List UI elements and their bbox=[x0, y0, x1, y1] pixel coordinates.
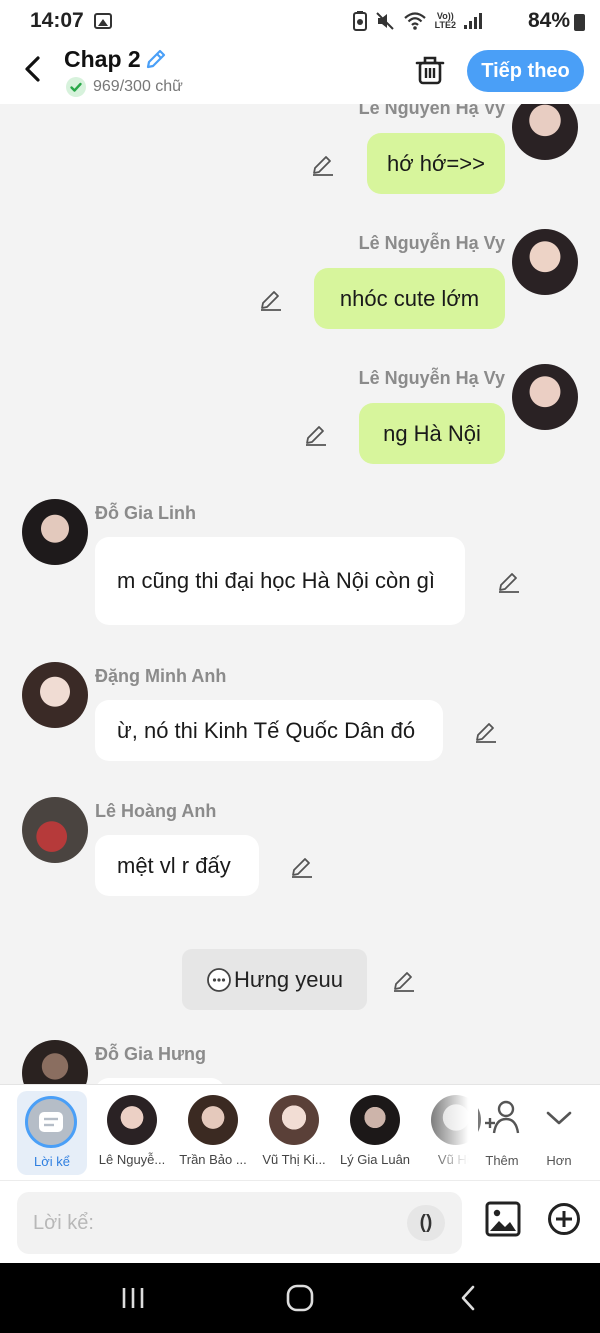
image-icon[interactable] bbox=[484, 1200, 522, 1238]
message-bubble[interactable]: ừ, nó thi Kinh Tế Quốc Dân đó bbox=[95, 700, 443, 761]
narration-icon bbox=[207, 967, 231, 992]
network-type: Vo)) LTE2 bbox=[435, 12, 456, 30]
avatar[interactable] bbox=[512, 104, 578, 160]
message-bubble[interactable]: hớ hớ=>> bbox=[367, 133, 505, 194]
sender-name: Lê Hoàng Anh bbox=[95, 801, 217, 821]
back-nav-button[interactable] bbox=[452, 1283, 486, 1313]
character-name: Lê Nguyễ... bbox=[98, 1152, 166, 1167]
character-name: Trần Bảo ... bbox=[179, 1152, 247, 1167]
composer: () bbox=[0, 1180, 600, 1263]
avatar[interactable] bbox=[22, 499, 88, 565]
status-bar: 14:07 Vo)) LTE2 84% bbox=[0, 0, 600, 42]
sender-name: Đỗ Gia Hưng bbox=[95, 1044, 207, 1064]
character-item[interactable]: Lê Nguyễ... bbox=[91, 1085, 173, 1181]
narration-bubble[interactable]: Hưng yeuu bbox=[182, 949, 367, 1010]
avatar[interactable] bbox=[512, 229, 578, 295]
header: Chap 2 969/300 chữ Tiếp theo bbox=[0, 42, 600, 104]
avatar bbox=[188, 1095, 238, 1145]
sender-name: Đặng Minh Anh bbox=[95, 666, 227, 686]
mute-icon bbox=[375, 12, 394, 30]
narration-text: Hưng yeuu bbox=[234, 966, 343, 992]
sender-name: Lê Nguyễn Hạ Vy bbox=[358, 368, 505, 388]
avatar[interactable] bbox=[22, 662, 88, 728]
character-item[interactable]: Trần Bảo ... bbox=[172, 1085, 254, 1181]
status-icons: Vo)) LTE2 bbox=[352, 11, 482, 31]
edit-icon[interactable] bbox=[259, 287, 283, 311]
signal-icon bbox=[464, 13, 482, 29]
sender-name: Đỗ Gia Linh bbox=[95, 503, 196, 523]
narrator-selector[interactable]: Lời kể bbox=[17, 1091, 87, 1175]
message-bubble[interactable]: nhóc cute lớm bbox=[314, 268, 505, 329]
system-nav-bar bbox=[0, 1263, 600, 1333]
chevron-left-icon bbox=[25, 56, 40, 82]
add-person-icon bbox=[485, 1100, 520, 1134]
recents-icon bbox=[122, 1288, 144, 1308]
message-input[interactable] bbox=[17, 1192, 397, 1254]
home-button[interactable] bbox=[283, 1283, 317, 1313]
avatar bbox=[107, 1095, 157, 1145]
back-button[interactable] bbox=[18, 54, 48, 84]
narrator-avatar bbox=[25, 1096, 77, 1148]
message-bubble[interactable]: ng Hà Nội bbox=[359, 403, 505, 464]
more-button[interactable]: Hơn bbox=[536, 1097, 582, 1173]
edit-icon[interactable] bbox=[474, 719, 498, 743]
word-count: 969/300 chữ bbox=[93, 78, 183, 95]
character-bar: Lời kể Lê Nguyễ... Trần Bảo ... Vũ Thị K… bbox=[0, 1084, 600, 1181]
character-name: Lý Gia Luân bbox=[339, 1152, 411, 1167]
scroll-fade bbox=[430, 1085, 478, 1181]
narration-icon bbox=[39, 1112, 63, 1132]
edit-icon[interactable] bbox=[311, 152, 335, 176]
character-name: Vũ Thị Ki... bbox=[262, 1152, 326, 1167]
network-lte: LTE2 bbox=[434, 20, 456, 30]
avatar[interactable] bbox=[512, 364, 578, 430]
more-label: Hơn bbox=[546, 1153, 572, 1168]
avatar bbox=[350, 1095, 400, 1145]
edit-icon[interactable] bbox=[290, 854, 314, 878]
message-list[interactable]: Lê Nguyễn Hạ Vy hớ hớ=>> Lê Nguyễn Hạ Vy… bbox=[0, 104, 600, 1084]
avatar[interactable] bbox=[22, 797, 88, 863]
edit-icon[interactable] bbox=[304, 422, 328, 446]
message-bubble[interactable]: mệt vl r đấy bbox=[95, 835, 259, 896]
home-icon bbox=[286, 1284, 314, 1312]
edit-title-icon[interactable] bbox=[144, 47, 168, 71]
avatar bbox=[269, 1095, 319, 1145]
paren-button[interactable]: () bbox=[407, 1205, 445, 1241]
gallery-notification-icon bbox=[94, 13, 112, 29]
narrator-label: Lời kể bbox=[34, 1154, 70, 1169]
next-button[interactable]: Tiếp theo bbox=[467, 50, 584, 92]
wifi-icon bbox=[403, 12, 426, 30]
edit-icon[interactable] bbox=[497, 569, 521, 593]
battery-icon bbox=[574, 14, 585, 31]
add-character-label: Thêm bbox=[485, 1153, 519, 1168]
edit-icon[interactable] bbox=[392, 968, 416, 992]
check-icon bbox=[66, 77, 86, 97]
delete-icon[interactable] bbox=[414, 54, 446, 86]
sender-name: Lê Nguyễn Hạ Vy bbox=[358, 233, 505, 253]
battery-percent: 84% bbox=[527, 9, 570, 32]
add-icon[interactable] bbox=[547, 1202, 581, 1236]
page-title: Chap 2 bbox=[64, 46, 141, 72]
character-item[interactable]: Vũ Thị Ki... bbox=[253, 1085, 335, 1181]
chevron-down-icon bbox=[546, 1111, 572, 1125]
add-character-button[interactable]: Thêm bbox=[478, 1097, 526, 1173]
status-time: 14:07 bbox=[30, 9, 84, 32]
message-input-box: () bbox=[17, 1192, 462, 1254]
message-bubble[interactable]: m cũng thi đại học Hà Nội còn gì bbox=[95, 537, 465, 625]
back-icon bbox=[461, 1285, 475, 1311]
recents-button[interactable] bbox=[116, 1283, 150, 1313]
battery-saver-icon bbox=[352, 11, 367, 31]
character-item[interactable]: Lý Gia Luân bbox=[334, 1085, 416, 1181]
avatar[interactable] bbox=[22, 1040, 88, 1084]
sender-name: Lê Nguyễn Hạ Vy bbox=[358, 104, 505, 118]
